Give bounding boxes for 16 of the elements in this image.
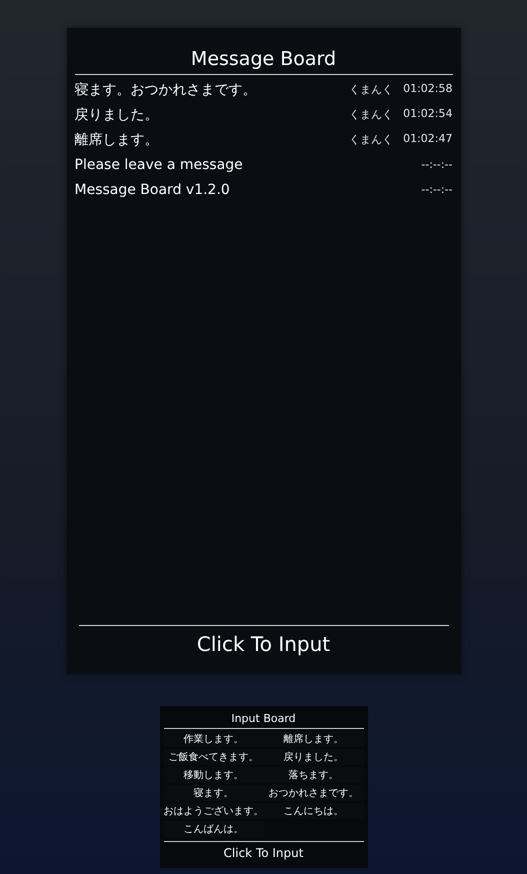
message-time: 01:02:58: [403, 82, 452, 97]
message-text: 戻りました。: [74, 106, 158, 124]
input-board-title: Input Board: [164, 706, 364, 729]
author-name: くまんく: [349, 82, 394, 97]
message-time: --:--:--: [421, 158, 452, 171]
board-title: Message Board: [74, 28, 452, 75]
author-name: くまんく: [349, 132, 394, 147]
message-text: Please leave a message: [74, 156, 243, 172]
click-to-input-button[interactable]: Click To Input: [78, 625, 448, 674]
message-time: 01:02:54: [403, 107, 452, 122]
author-name: くまんく: [349, 107, 394, 122]
message-text: Message Board v1.2.0: [74, 182, 230, 198]
message-text: 離席します。: [74, 130, 158, 148]
message-time: 01:02:47: [403, 132, 452, 147]
message-text: 寝ます。おつかれさまです。: [74, 80, 256, 98]
message-time: --:--:--: [421, 183, 452, 196]
